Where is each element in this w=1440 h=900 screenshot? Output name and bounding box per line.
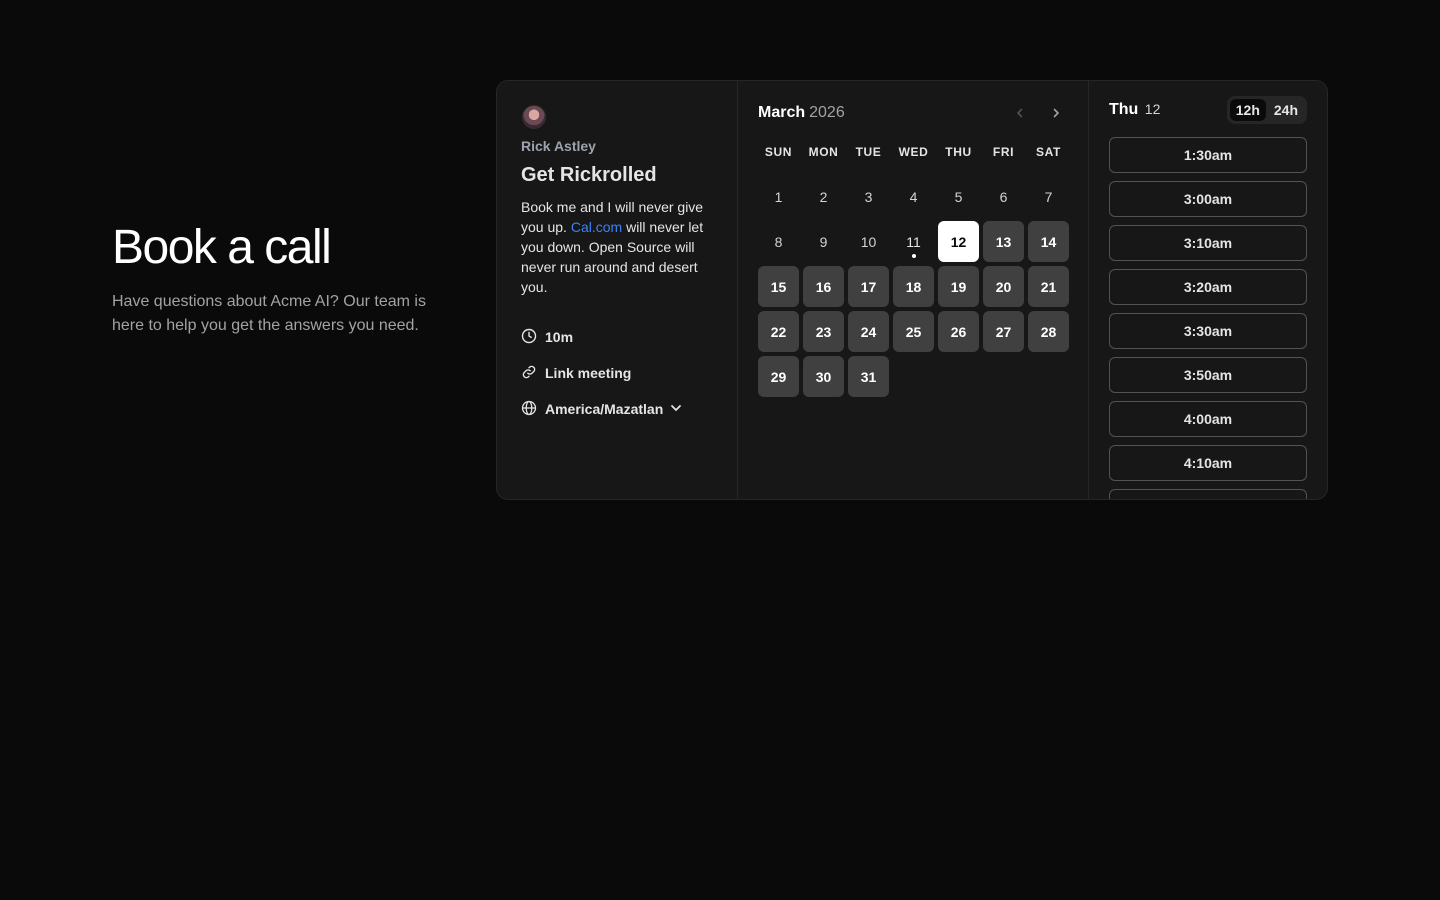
weekday-label: MON (808, 145, 839, 159)
selected-date: Thu 12 (1109, 101, 1160, 119)
calendar-day[interactable]: 22 (758, 311, 799, 352)
time-slot-button[interactable]: 4:10am (1109, 445, 1307, 481)
next-month-button[interactable] (1044, 101, 1068, 125)
slots-header: Thu 12 12h 24h (1109, 94, 1307, 126)
year-label: 2026 (809, 104, 845, 121)
calendar-day: 10 (860, 233, 877, 250)
event-description: Book me and I will never give you up. Ca… (521, 197, 713, 297)
calendar-day[interactable]: 13 (983, 221, 1024, 262)
time-slot-button[interactable]: 3:10am (1109, 225, 1307, 261)
calendar-day[interactable]: 31 (848, 356, 889, 397)
calendar-panel: March 2026 SUN MON TUE WED THU FRI SAT 1… (738, 81, 1089, 499)
page-subtitle: Have questions about Acme AI? Our team i… (112, 293, 426, 334)
month-nav (1008, 101, 1068, 125)
time-slot-button[interactable]: 3:00am (1109, 181, 1307, 217)
format-12h-button[interactable]: 12h (1229, 99, 1266, 121)
calendar-day: 11 (893, 221, 934, 262)
calendar-day[interactable]: 28 (1028, 311, 1069, 352)
time-slots-panel: Thu 12 12h 24h 1:30am 3:00am 3:10am 3:20am 3… (1089, 81, 1327, 499)
calendar-day[interactable]: 27 (983, 311, 1024, 352)
link-icon (521, 364, 537, 383)
calendar-day: 2 (819, 188, 828, 205)
calendar-day[interactable]: 19 (938, 266, 979, 307)
weekday-label: SUN (764, 145, 793, 159)
calendar-day[interactable]: 16 (803, 266, 844, 307)
time-slot-button[interactable]: 3:50am (1109, 357, 1307, 393)
calendar-day[interactable]: 23 (803, 311, 844, 352)
calendar-day[interactable]: 14 (1028, 221, 1069, 262)
weekday-label: SAT (1036, 145, 1061, 159)
format-24h-button[interactable]: 24h (1268, 99, 1304, 121)
location-label: Link meeting (545, 365, 632, 381)
calendar-day[interactable]: 26 (938, 311, 979, 352)
chevron-left-icon (1017, 108, 1023, 118)
calendar-day[interactable]: 18 (893, 266, 934, 307)
duration-label: 10m (545, 329, 574, 345)
event-title: Get Rickrolled (521, 164, 657, 186)
calendar-day: 9 (819, 233, 828, 250)
calendar-grid: 1 2 3 4 5 6 7 8 9 10 11 12 13 14 15 16 17 18 19 20 21 22 23 24 2… (758, 176, 1069, 397)
page-title: Book a call (112, 221, 332, 274)
selected-day-number: 12 (1144, 101, 1161, 117)
calendar-day-selected[interactable]: 12 (938, 221, 979, 262)
weekday-label: WED (898, 145, 929, 159)
time-slot-button[interactable]: 3:20am (1109, 269, 1307, 305)
description-link[interactable]: Cal.com (571, 219, 622, 235)
booking-widget: Rick Astley Get Rickrolled Book me and I… (496, 80, 1328, 500)
calendar-day[interactable]: 30 (803, 356, 844, 397)
chevron-right-icon (1053, 108, 1059, 118)
prev-month-button[interactable] (1008, 101, 1032, 125)
chevron-down-icon (669, 401, 683, 418)
time-slot-button[interactable]: 1:30am (1109, 137, 1307, 173)
calendar-day[interactable]: 20 (983, 266, 1024, 307)
calendar-day: 6 (999, 188, 1008, 205)
host-avatar (522, 105, 546, 129)
weekday-header: SUN MON TUE WED THU FRI SAT (758, 145, 1068, 159)
calendar-day[interactable]: 25 (893, 311, 934, 352)
calendar-day[interactable]: 24 (848, 311, 889, 352)
event-info-panel: Rick Astley Get Rickrolled Book me and I… (497, 81, 738, 499)
calendar-day: 8 (774, 233, 783, 250)
timezone-label: America/Mazatlan (545, 401, 664, 417)
event-duration: 10m (521, 327, 713, 347)
hero-section: Book a call Have questions about Acme AI… (112, 222, 432, 338)
weekday-label: THU (945, 145, 972, 159)
weekday-label: TUE (855, 145, 882, 159)
calendar-day[interactable]: 15 (758, 266, 799, 307)
calendar-day[interactable]: 29 (758, 356, 799, 397)
selected-weekday: Thu (1109, 101, 1139, 118)
time-slot-button[interactable]: 3:30am (1109, 313, 1307, 349)
time-format-toggle: 12h 24h (1226, 96, 1307, 124)
calendar-day[interactable]: 17 (848, 266, 889, 307)
clock-icon (521, 328, 537, 347)
time-slot-button[interactable]: 4:20am (1109, 489, 1307, 499)
timezone-select[interactable]: America/Mazatlan (521, 399, 713, 419)
globe-icon (521, 400, 537, 419)
calendar-day: 5 (954, 188, 963, 205)
month-label: March (758, 104, 806, 121)
month-year: March 2026 (758, 104, 845, 122)
calendar-header: March 2026 (758, 101, 1068, 125)
host-name: Rick Astley (521, 138, 596, 154)
calendar-day: 1 (774, 188, 783, 205)
calendar-day: 4 (909, 188, 918, 205)
event-location: Link meeting (521, 363, 713, 383)
calendar-day: 3 (864, 188, 873, 205)
time-slot-button[interactable]: 4:00am (1109, 401, 1307, 437)
calendar-day: 7 (1044, 188, 1053, 205)
calendar-day[interactable]: 21 (1028, 266, 1069, 307)
time-slot-list: 1:30am 3:00am 3:10am 3:20am 3:30am 3:50am 4:00… (1109, 137, 1307, 499)
weekday-label: FRI (992, 145, 1015, 159)
